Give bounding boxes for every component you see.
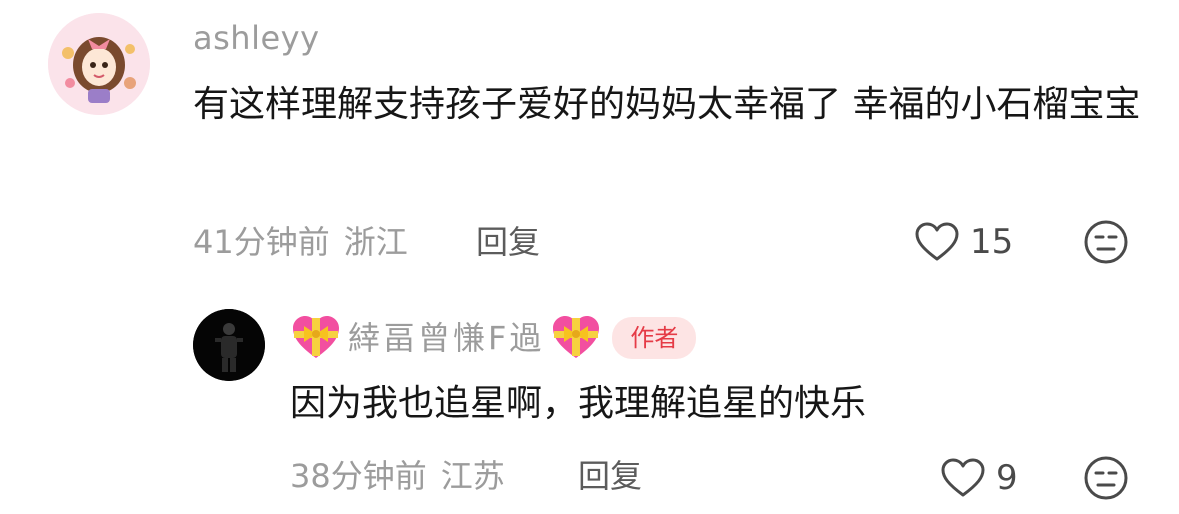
like-button[interactable]: 9 (940, 456, 1018, 500)
unhappy-face-icon (1084, 220, 1128, 264)
reply-comment-item: 緈畐曾慊F過 作者 因为我也追星啊，我理解追星的快乐 38分钟前 江苏 回复 9 (0, 290, 1179, 514)
comment-meta: 38分钟前 江苏 (290, 456, 505, 496)
heart-with-ribbon-emoji (553, 316, 600, 358)
comment-text: 有这样理解支持孩子爱好的妈妈太幸福了 幸福的小石榴宝宝 (193, 84, 1141, 125)
comment-location: 江苏 (440, 457, 505, 495)
comment-time: 41分钟前 (193, 223, 330, 261)
user-avatar[interactable] (48, 13, 150, 115)
dislike-button[interactable] (1083, 219, 1129, 265)
comment-meta: 41分钟前 浙江 (193, 222, 408, 262)
like-count: 9 (996, 458, 1018, 498)
reply-button[interactable]: 回复 (476, 222, 540, 262)
like-count: 15 (970, 222, 1014, 262)
username-row: 緈畐曾慊F過 作者 (290, 312, 697, 364)
avatar-illustration (48, 13, 150, 115)
comment-text: 因为我也追星啊，我理解追星的快乐 (290, 383, 867, 424)
heart-outline-icon (941, 458, 985, 497)
like-button[interactable]: 15 (914, 220, 1013, 264)
comment-username[interactable]: ashleyy (193, 18, 320, 58)
comment-item: ashleyy 有这样理解支持孩子爱好的妈妈太幸福了 幸福的小石榴宝宝 41分钟… (0, 0, 1179, 290)
user-avatar[interactable] (193, 309, 265, 381)
comment-username[interactable]: 緈畐曾慊F過 (348, 318, 544, 358)
author-badge: 作者 (612, 317, 697, 359)
dislike-button[interactable] (1083, 455, 1129, 501)
unhappy-face-icon (1084, 456, 1128, 500)
heart-outline-icon (915, 222, 959, 261)
avatar-photo (193, 309, 265, 381)
heart-with-ribbon-emoji (293, 316, 339, 358)
comment-location: 浙江 (343, 223, 408, 261)
reply-button[interactable]: 回复 (578, 456, 642, 496)
comment-time: 38分钟前 (290, 457, 427, 495)
